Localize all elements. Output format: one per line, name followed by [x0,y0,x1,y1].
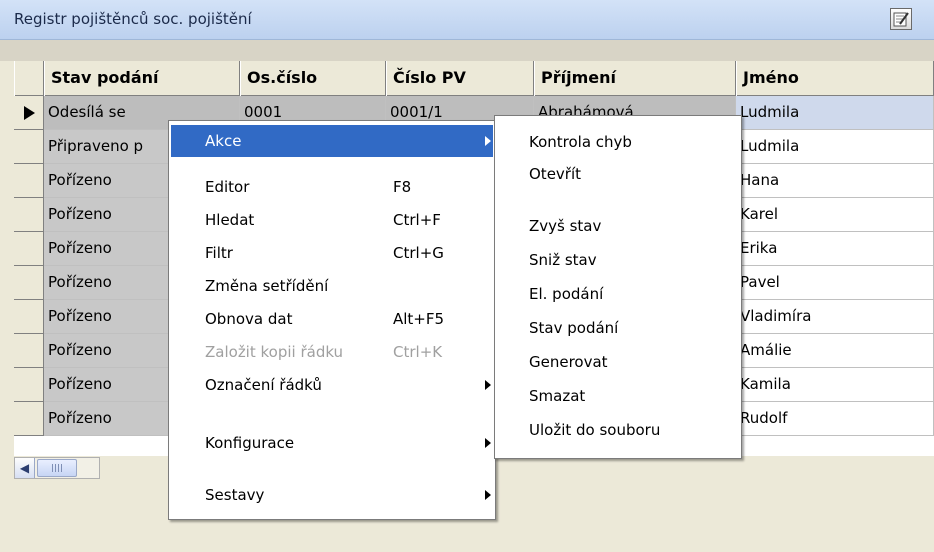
window-title: Registr pojištěnců soc. pojištění [14,10,252,28]
submenu-item-stav-podani[interactable]: Stav podání [529,312,618,344]
table-cell-jmeno[interactable]: Vladimíra [736,300,934,334]
row-header[interactable] [14,402,44,436]
row-header[interactable] [14,334,44,368]
table-cell-jmeno[interactable]: Erika [736,232,934,266]
row-header[interactable] [14,300,44,334]
table-cell-jmeno[interactable]: Pavel [736,266,934,300]
menu-item-filtr[interactable]: Filtr Ctrl+G [171,237,493,269]
grid-top-strip [0,40,934,61]
horizontal-scrollbar[interactable]: ◀ [14,457,100,479]
menu-item-zalozit-kopii: Založit kopii řádku Ctrl+K [205,343,443,361]
menu-item-konfigurace[interactable]: Konfigurace [171,427,493,459]
menu-item-zmena-setrideni[interactable]: Změna setřídění [171,270,493,302]
menu-separator [175,410,489,411]
column-header-os-cislo[interactable]: Os.číslo [240,61,386,96]
menu-item-hledat[interactable]: Hledat Ctrl+F [171,204,493,236]
table-cell-jmeno[interactable]: Rudolf [736,402,934,436]
column-header-stav[interactable]: Stav podání [44,61,240,96]
row-header[interactable] [14,96,44,130]
edit-note-icon[interactable] [890,8,912,30]
submenu-arrow-icon [485,136,491,146]
column-header-prijmeni[interactable]: Příjmení [534,61,736,96]
current-row-arrow-icon [24,106,35,120]
row-header[interactable] [14,164,44,198]
column-header-jmeno[interactable]: Jméno [736,61,934,96]
table-cell-jmeno[interactable]: Ludmila [736,96,934,130]
menu-separator [509,196,729,197]
window-title-bar: Registr pojištěnců soc. pojištění [0,0,934,40]
grid-header: Stav podání Os.číslo Číslo PV Příjmení J… [14,61,934,96]
table-cell-jmeno[interactable]: Ludmila [736,130,934,164]
scroll-thumb[interactable] [37,459,77,477]
context-menu: Akce Editor F8 Hledat Ctrl+F Filtr Ctrl+… [168,120,496,520]
row-header[interactable] [14,130,44,164]
menu-item-obnova-dat[interactable]: Obnova dat Alt+F5 [171,303,493,335]
submenu-arrow-icon [485,438,491,448]
menu-item-sestavy[interactable]: Sestavy [171,479,493,511]
row-header[interactable] [14,198,44,232]
row-header-corner [14,61,44,96]
submenu-item-otevrit[interactable]: Otevřít [529,158,581,190]
table-cell-jmeno[interactable]: Kamila [736,368,934,402]
row-header[interactable] [14,232,44,266]
table-cell-jmeno[interactable]: Amálie [736,334,934,368]
submenu-arrow-icon [485,380,491,390]
submenu-akce: Kontrola chyb Otevřít Zvyš stav Sniž sta… [494,115,742,459]
menu-separator [175,164,489,165]
submenu-item-el-podani[interactable]: El. podání [529,278,603,310]
submenu-item-zvys-stav[interactable]: Zvyš stav [529,210,601,242]
table-cell-jmeno[interactable]: Karel [736,198,934,232]
menu-separator [175,468,489,469]
submenu-arrow-icon [485,490,491,500]
menu-item-akce[interactable]: Akce [171,125,493,157]
scroll-left-icon[interactable]: ◀ [15,458,35,478]
submenu-item-kontrola-chyb[interactable]: Kontrola chyb [529,126,632,158]
menu-item-editor[interactable]: Editor F8 [171,171,493,203]
table-cell-jmeno[interactable]: Hana [736,164,934,198]
submenu-item-ulozit-do-souboru[interactable]: Uložit do souboru [529,414,660,446]
row-header[interactable] [14,368,44,402]
submenu-item-generovat[interactable]: Generovat [529,346,608,378]
row-header[interactable] [14,266,44,300]
menu-item-oznaceni-radku[interactable]: Označení řádků [171,369,493,401]
column-header-cislo-pv[interactable]: Číslo PV [386,61,534,96]
submenu-item-sniz-stav[interactable]: Sniž stav [529,244,597,276]
submenu-item-smazat[interactable]: Smazat [529,380,585,412]
